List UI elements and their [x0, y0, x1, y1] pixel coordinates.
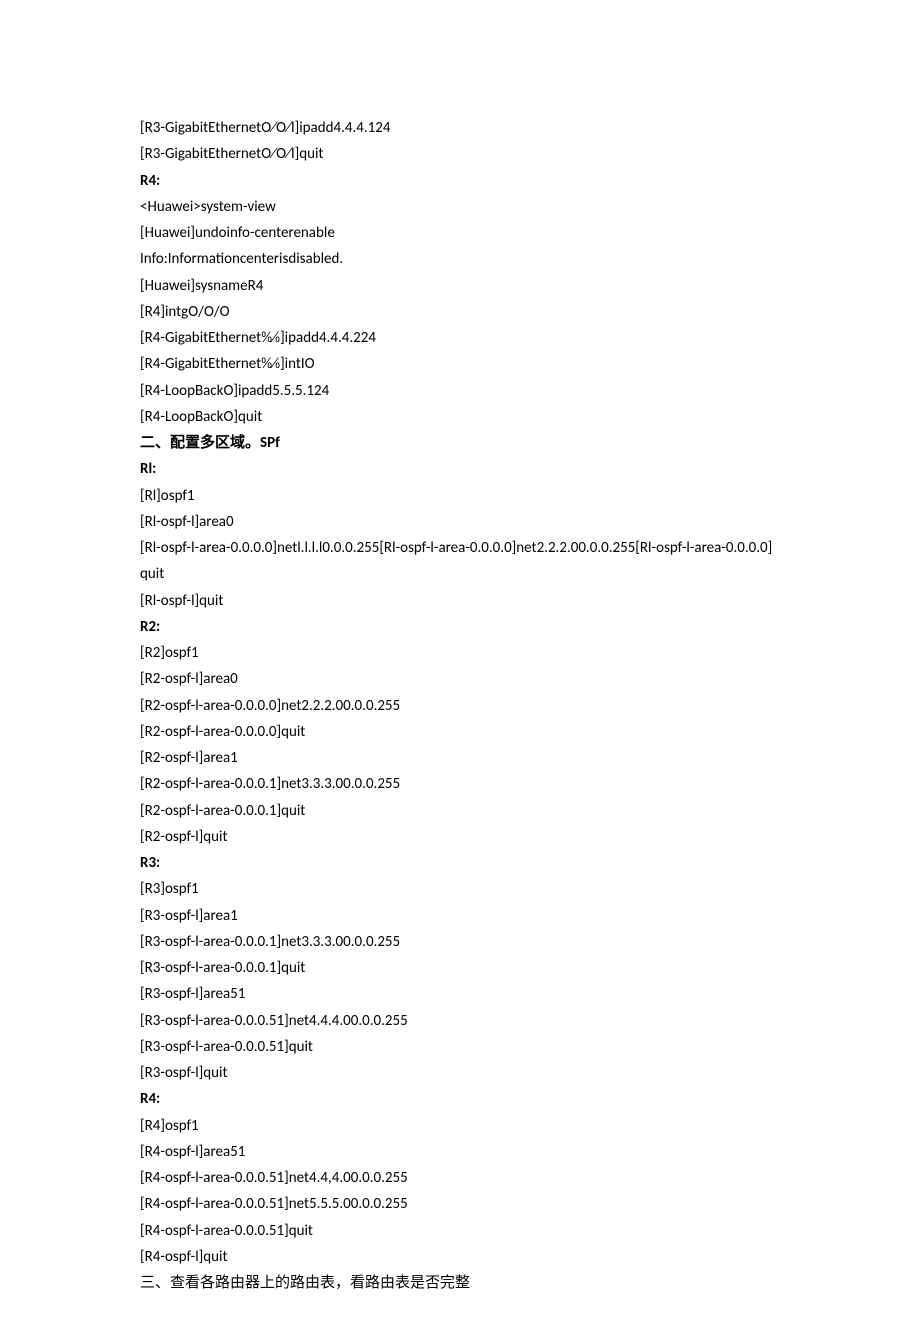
text-line: [R3-ospf-l-area-0.0.0.51]quit — [140, 1034, 780, 1060]
document-body: [R3-GigabitEthernetO⁄O⁄l]ipadd4.4.4.124[… — [140, 115, 780, 1296]
text-line: [R2-ospf-l-area-0.0.0.1]net3.3.3.00.0.0.… — [140, 771, 780, 797]
text-line: Rl: — [140, 456, 780, 482]
text-line: [R4]ospf1 — [140, 1113, 780, 1139]
text-line: [Huawei]sysnameR4 — [140, 273, 780, 299]
text-line: [R2-ospf-l-area-0.0.0.1]quit — [140, 798, 780, 824]
text-line: R3: — [140, 850, 780, 876]
text-line: [R4-GigabitEthernet0⁄0⁄0]ipadd4.4.4.224 — [140, 325, 780, 351]
text-line: [R4-ospf-l-area-0.0.0.51]net5.5.5.00.0.0… — [140, 1191, 780, 1217]
text-line: [Rl-ospf-l-area-0.0.0.0]netl.l.l.l0.0.0.… — [140, 535, 780, 588]
text-line: Info:Informationcenterisdisabled. — [140, 246, 780, 272]
text-line: [Huawei]undoinfo-centerenable — [140, 220, 780, 246]
text-line: [R4]intgO/O/O — [140, 299, 780, 325]
text-line: R4: — [140, 168, 780, 194]
text-line: [Rl]ospf1 — [140, 483, 780, 509]
text-line: [R4-ospf-l-area-0.0.0.51]quit — [140, 1218, 780, 1244]
text-line: <Huawei>system-view — [140, 194, 780, 220]
text-line: [R3-GigabitEthernetO⁄O⁄l]quit — [140, 141, 780, 167]
text-line: [R3-ospf-l-area-0.0.0.1]quit — [140, 955, 780, 981]
text-line: [R4-ospf-l]quit — [140, 1244, 780, 1270]
text-line: [R4-ospf-l]area51 — [140, 1139, 780, 1165]
text-line: [R3]ospf1 — [140, 876, 780, 902]
text-line: [R2-ospf-l]area0 — [140, 666, 780, 692]
text-line: [R4-LoopBackO]ipadd5.5.5.124 — [140, 378, 780, 404]
text-line: [R2-ospf-l-area-0.0.0.0]net2.2.2.00.0.0.… — [140, 693, 780, 719]
text-line: [R2-ospf-l]area1 — [140, 745, 780, 771]
text-line: [R4-GigabitEthernet0⁄0⁄0]intIO — [140, 351, 780, 377]
text-line: 二、配置多区域。SPf — [140, 430, 780, 456]
text-line: [R4-LoopBackO]quit — [140, 404, 780, 430]
text-line: [R3-ospf-l]quit — [140, 1060, 780, 1086]
text-line: [R3-GigabitEthernetO⁄O⁄l]ipadd4.4.4.124 — [140, 115, 780, 141]
text-line: [R4-ospf-l-area-0.0.0.51]net4.4,4.00.0.0… — [140, 1165, 780, 1191]
text-line: [R3-ospf-l-area-0.0.0.51]net4.4.4.00.0.0… — [140, 1008, 780, 1034]
text-line: [R2-ospf-l-area-0.0.0.0]quit — [140, 719, 780, 745]
text-line: R4: — [140, 1086, 780, 1112]
text-line: [R3-ospf-l-area-0.0.0.1]net3.3.3.00.0.0.… — [140, 929, 780, 955]
text-line: R2: — [140, 614, 780, 640]
text-line: [R2]ospf1 — [140, 640, 780, 666]
text-line: [R3-ospf-l]area1 — [140, 903, 780, 929]
text-line: [R2-ospf-l]quit — [140, 824, 780, 850]
text-line: 三、查看各路由器上的路由表，看路由表是否完整 — [140, 1270, 780, 1296]
text-line: [R3-ospf-l]area51 — [140, 981, 780, 1007]
text-line: [Rl-ospf-l]quit — [140, 588, 780, 614]
text-line: [Rl-ospf-l]area0 — [140, 509, 780, 535]
